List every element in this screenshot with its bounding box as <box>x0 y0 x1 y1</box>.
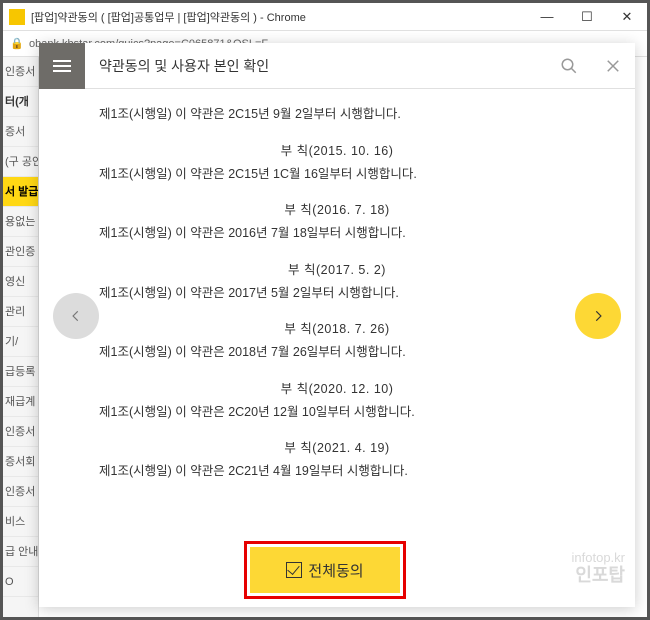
chevron-left-icon <box>69 305 83 327</box>
next-button[interactable] <box>575 293 621 339</box>
bg-sidebar-title: 터(개 <box>3 87 38 117</box>
window-title: [팝업]약관동의 ( [팝업]공통업무 | [팝업]약관동의 ) - Chrom… <box>31 9 527 25</box>
bg-sidebar-item[interactable]: 서 발급 <box>3 177 38 207</box>
window-close-button[interactable]: ✕ <box>607 3 647 31</box>
search-button[interactable] <box>547 43 591 89</box>
addendum-heading: 부 칙(2018. 7. 26) <box>99 320 575 339</box>
addendum-heading: 부 칙(2021. 4. 19) <box>99 439 575 458</box>
bg-sidebar-item[interactable]: 관리 <box>3 297 38 327</box>
app-icon <box>9 9 25 25</box>
bg-sidebar-item[interactable]: 영신 <box>3 267 38 297</box>
addendum-heading: 부 칙(2015. 10. 16) <box>99 142 575 161</box>
bg-sidebar-item[interactable]: 재급계 <box>3 387 38 417</box>
bg-sidebar-item[interactable]: 급 안내 <box>3 537 38 567</box>
terms-content: 제1조(시행일) 이 약관은 2C15년 9월 2일부터 시행합니다. 부 칙(… <box>39 89 635 607</box>
popup-close-button[interactable] <box>591 43 635 89</box>
bg-sidebar-item[interactable]: 인증서 <box>3 477 38 507</box>
window-maximize-button[interactable]: ☐ <box>567 3 607 31</box>
first-enforce-line: 제1조(시행일) 이 약관은 2C15년 9월 2일부터 시행합니다. <box>99 105 575 124</box>
bg-sidebar-item[interactable]: 급등록 <box>3 357 38 387</box>
addendum-body: 제1조(시행일) 이 약관은 2017년 5월 2일부터 시행합니다. <box>99 284 575 303</box>
background-sidebar: 인증서 터(개 증서(구 공인서 발급용없는관인증영신관리기/급등록재급계인증서… <box>3 57 39 617</box>
popup-header: 약관동의 및 사용자 본인 확인 <box>39 43 635 89</box>
window-titlebar: [팝업]약관동의 ( [팝업]공통업무 | [팝업]약관동의 ) - Chrom… <box>3 3 647 31</box>
popup-title: 약관동의 및 사용자 본인 확인 <box>85 56 547 76</box>
bg-sidebar-item[interactable]: 관인증 <box>3 237 38 267</box>
agree-button-label: 전체동의 <box>308 560 363 581</box>
addendum-heading: 부 칙(2020. 12. 10) <box>99 380 575 399</box>
addendum-body: 제1조(시행일) 이 약관은 2C15년 1C월 16일부터 시행합니다. <box>99 165 575 184</box>
bg-sidebar-item[interactable]: 증서 <box>3 117 38 147</box>
addendum-heading: 부 칙(2017. 5. 2) <box>99 261 575 280</box>
bg-sidebar-item[interactable]: 비스 <box>3 507 38 537</box>
prev-button[interactable] <box>53 293 99 339</box>
close-icon <box>604 57 622 75</box>
menu-button[interactable] <box>39 43 85 89</box>
terms-popup: 약관동의 및 사용자 본인 확인 제1조(시행일) 이 약관은 2C15년 9월… <box>39 43 635 607</box>
bg-sidebar-item[interactable]: 증서회 <box>3 447 38 477</box>
hamburger-icon <box>53 60 71 72</box>
check-icon <box>286 562 302 578</box>
agree-button-highlight: 전체동의 <box>244 541 406 599</box>
addendum-body: 제1조(시행일) 이 약관은 2016년 7월 18일부터 시행합니다. <box>99 224 575 243</box>
addendum-body: 제1조(시행일) 이 약관은 2018년 7월 26일부터 시행합니다. <box>99 343 575 362</box>
bg-sidebar-item[interactable]: (구 공인 <box>3 147 38 177</box>
window-minimize-button[interactable]: — <box>527 3 567 31</box>
lock-icon: 🔒 <box>11 38 23 50</box>
addendum-body: 제1조(시행일) 이 약관은 2C21년 4월 19일부터 시행합니다. <box>99 462 575 481</box>
bg-sidebar-header: 인증서 <box>3 57 38 87</box>
bg-sidebar-item[interactable]: 용없는 <box>3 207 38 237</box>
bg-sidebar-item[interactable]: 인증서 <box>3 417 38 447</box>
addendum-heading: 부 칙(2016. 7. 18) <box>99 201 575 220</box>
chevron-right-icon <box>591 305 605 327</box>
search-icon <box>560 57 578 75</box>
bg-sidebar-item[interactable]: 기/ <box>3 327 38 357</box>
bg-sidebar-item[interactable]: O <box>3 567 38 597</box>
addendum-body: 제1조(시행일) 이 약관은 2C20년 12월 10일부터 시행합니다. <box>99 403 575 422</box>
agree-all-button[interactable]: 전체동의 <box>250 547 400 593</box>
